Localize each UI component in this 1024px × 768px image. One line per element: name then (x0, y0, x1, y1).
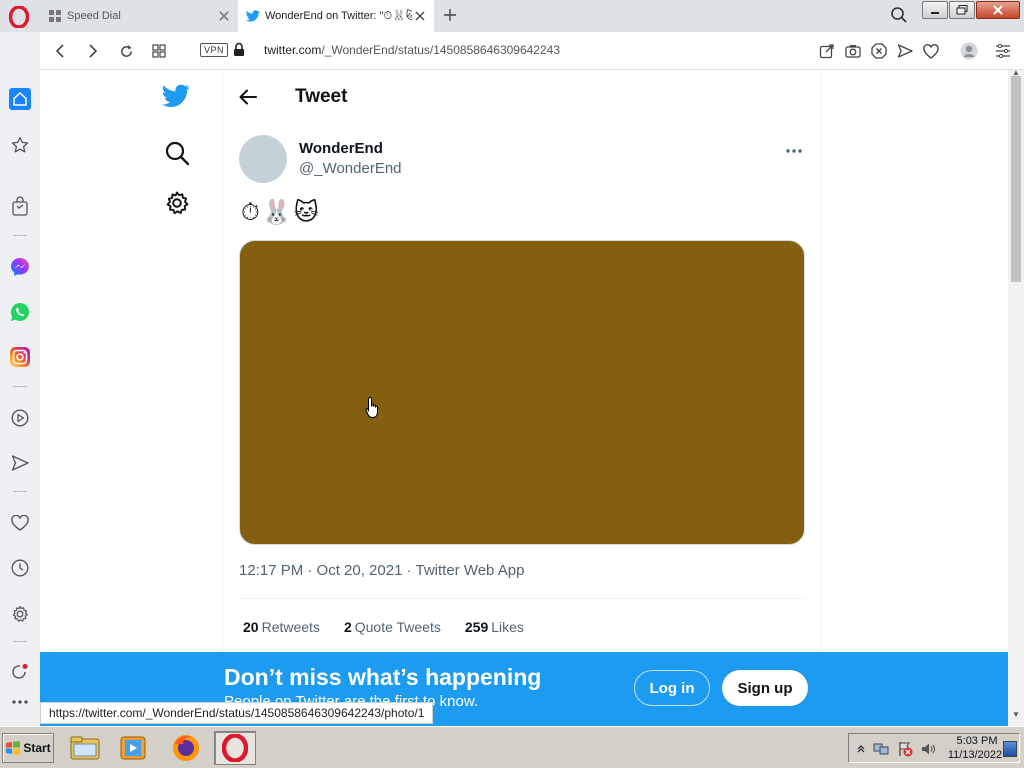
login-button[interactable]: Log in (634, 670, 710, 706)
engagement-stats: 20 Retweets 2 Quote Tweets 259 Likes (239, 598, 805, 654)
tab-overview-icon[interactable] (149, 41, 169, 61)
retweets-label: Retweets (261, 618, 320, 635)
messenger-icon[interactable] (9, 256, 31, 278)
tweet-photo[interactable] (239, 240, 805, 545)
status-link-preview: https://twitter.com/_WonderEnd/status/14… (40, 702, 434, 724)
sidebar-divider (13, 491, 27, 492)
restore-window-button[interactable] (949, 1, 975, 19)
windows-logo-icon (6, 741, 21, 755)
vpn-badge[interactable]: VPN (200, 43, 229, 57)
quote-tweets-count: 2 (343, 618, 352, 635)
new-tab-plus-icon[interactable] (440, 5, 460, 25)
close-window-button[interactable] (976, 1, 1020, 19)
instagram-icon[interactable] (9, 346, 31, 368)
url-host: twitter.com (264, 43, 322, 57)
heart-icon[interactable] (922, 42, 940, 60)
url-field[interactable]: twitter.com/_WonderEnd/status/1450858646… (264, 43, 560, 57)
system-tray: 5:03 PM 11/13/2022 (848, 733, 1020, 763)
start-label: Start (23, 741, 51, 755)
close-icon[interactable] (216, 8, 232, 24)
speed-dial-icon[interactable] (9, 134, 31, 156)
tweet-timestamp[interactable]: 12:17 PM · Oct 20, 2021 · Twitter Web Ap… (239, 562, 524, 579)
opera-menu-icon[interactable] (7, 5, 31, 29)
firefox-icon[interactable] (165, 731, 207, 765)
hand-cursor-icon (365, 396, 383, 420)
file-explorer-icon[interactable] (64, 731, 106, 765)
back-arrow-icon[interactable] (237, 86, 259, 108)
sidebar-divider (13, 235, 27, 236)
tweet-text: ⏱🐰🐱 (241, 199, 321, 226)
opera-sidebar (0, 32, 40, 726)
network-icon[interactable] (873, 741, 889, 757)
tab-speed-dial[interactable]: Speed Dial (40, 0, 238, 32)
adblock-icon[interactable] (870, 42, 888, 60)
whatsapp-icon[interactable] (9, 301, 31, 323)
show-hidden-icons-arrow-icon[interactable] (853, 741, 869, 757)
sidebar-divider (13, 641, 27, 642)
volume-icon[interactable] (921, 741, 937, 757)
likes-stat[interactable]: 259 Likes (465, 619, 524, 635)
banner-heading: Don’t miss what’s happening (224, 664, 542, 690)
minimize-window-button[interactable] (922, 1, 948, 19)
scroll-down-arrow-icon[interactable]: ▼ (1012, 710, 1020, 719)
quote-tweets-label: Quote Tweets (354, 618, 441, 635)
address-bar: VPN twitter.com/_WonderEnd/status/145085… (40, 32, 1024, 70)
more-options-icon[interactable] (783, 144, 805, 158)
tweet-column: Tweet WonderEnd @_WonderEnd ⏱🐰🐱 12:17 PM… (222, 70, 822, 726)
forward-nav-icon[interactable] (83, 41, 103, 61)
start-button[interactable]: Start (2, 733, 54, 763)
settings-gear-icon[interactable] (9, 603, 31, 625)
signup-button[interactable]: Sign up (722, 670, 808, 706)
profile-icon[interactable] (960, 42, 978, 60)
speed-dial-icon (48, 9, 62, 23)
my-flow-icon[interactable] (9, 452, 31, 474)
extensions-icon[interactable] (9, 661, 31, 683)
easy-setup-icon[interactable] (994, 42, 1012, 60)
reload-icon[interactable] (116, 41, 136, 61)
explore-search-icon[interactable] (164, 140, 190, 166)
sidebar-divider (13, 386, 27, 387)
clock-date[interactable]: 11/13/2022 (945, 749, 1005, 761)
tab-twitter[interactable]: WonderEnd on Twitter: "⏱🐰🐱" (238, 0, 434, 32)
settings-gear-icon[interactable] (164, 190, 190, 216)
avatar[interactable] (239, 135, 287, 183)
history-icon[interactable] (9, 557, 31, 579)
clock-time[interactable]: 5:03 PM (955, 735, 999, 747)
tab-title: Speed Dial (67, 10, 121, 22)
scrollbar-thumb[interactable] (1011, 76, 1021, 282)
retweets-stat[interactable]: 20 Retweets (243, 619, 320, 635)
twitter-logo-icon[interactable] (162, 84, 192, 110)
page-scrollbar[interactable]: ▲ ▼ (1008, 68, 1024, 726)
display-name[interactable]: WonderEnd (299, 140, 383, 157)
home-icon[interactable] (9, 88, 31, 110)
page-title: Tweet (295, 86, 348, 107)
twitter-page: Tweet WonderEnd @_WonderEnd ⏱🐰🐱 12:17 PM… (40, 70, 1008, 726)
lock-icon[interactable] (233, 42, 247, 58)
search-tabs-icon[interactable] (890, 6, 910, 26)
url-path: /_WonderEnd/status/1450858646309642243 (321, 43, 561, 57)
camera-icon[interactable] (844, 42, 862, 60)
show-desktop-button[interactable] (1003, 741, 1017, 757)
shopping-bag-icon[interactable] (9, 195, 31, 217)
tab-title: WonderEnd on Twitter: "⏱🐰🐱" (265, 10, 412, 22)
likes-count: 259 (464, 618, 489, 635)
opera-taskbar-icon[interactable] (214, 731, 256, 765)
snap-icon[interactable] (818, 42, 836, 60)
action-center-flag-icon[interactable] (897, 741, 913, 757)
heart-icon[interactable] (9, 512, 31, 534)
more-icon[interactable] (9, 691, 31, 713)
flow-send-icon[interactable] (896, 42, 914, 60)
back-nav-icon[interactable] (50, 41, 70, 61)
windows-taskbar: Start 5:03 PM 11/13/2022 (0, 726, 1024, 768)
music-player-icon[interactable] (9, 407, 31, 429)
browser-tab-strip: Speed Dial WonderEnd on Twitter: "⏱🐰🐱" (0, 0, 1024, 32)
close-icon[interactable] (412, 8, 428, 24)
likes-label: Likes (491, 618, 524, 635)
twitter-bird-icon (246, 9, 260, 23)
media-player-icon[interactable] (112, 731, 154, 765)
quote-tweets-stat[interactable]: 2 Quote Tweets (344, 619, 441, 635)
retweets-count: 20 (243, 618, 259, 635)
user-handle[interactable]: @_WonderEnd (299, 160, 402, 177)
